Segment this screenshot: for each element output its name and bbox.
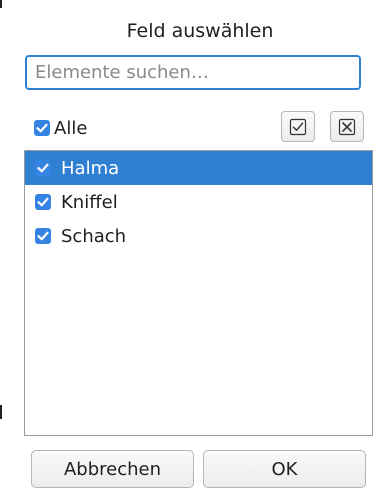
list-item[interactable]: Halma (25, 151, 372, 185)
checkmark-icon (36, 123, 48, 133)
list-item-label: Kniffel (61, 191, 118, 213)
select-all-label: Alle (54, 117, 88, 139)
cancel-button[interactable]: Abbrechen (31, 450, 194, 488)
uncheck-all-button[interactable] (330, 111, 364, 142)
list-item[interactable]: Schach (25, 219, 372, 253)
checkbox-x-icon (338, 118, 356, 135)
dialog-title: Feld auswählen (126, 20, 274, 42)
left-edge-mark (0, 405, 2, 419)
check-all-button[interactable] (281, 111, 315, 142)
field-list[interactable]: Halma Kniffel Schach (24, 150, 373, 436)
checkbox-check-icon (289, 118, 307, 135)
search-field[interactable] (25, 55, 361, 90)
checkmark-icon (37, 231, 49, 241)
list-item[interactable]: Kniffel (25, 185, 372, 219)
checkmark-icon (37, 163, 49, 173)
select-all-checkbox[interactable] (34, 120, 50, 136)
field-select-dialog: Feld auswählen Alle Halma (0, 0, 380, 491)
item-checkbox[interactable] (35, 194, 51, 210)
select-all-row[interactable]: Alle (34, 117, 87, 139)
item-checkbox[interactable] (35, 228, 51, 244)
checkmark-icon (37, 197, 49, 207)
search-input[interactable] (27, 57, 359, 88)
list-item-label: Halma (61, 157, 120, 179)
left-edge-mark (0, 0, 2, 8)
list-item-label: Schach (61, 225, 127, 247)
ok-button[interactable]: OK (203, 450, 366, 488)
item-checkbox[interactable] (35, 160, 51, 176)
